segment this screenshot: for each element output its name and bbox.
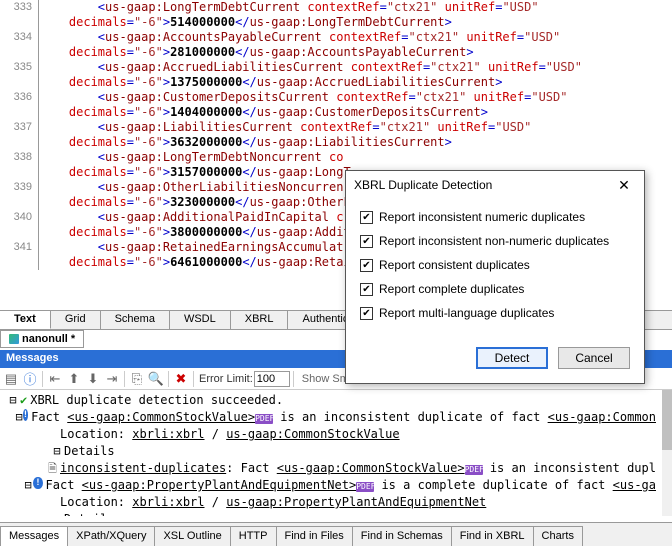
document-tabs: nanonull *	[0, 330, 84, 348]
info-icon: !	[23, 409, 28, 421]
xml-file-icon	[9, 334, 19, 344]
nav-up-icon[interactable]: ⬆	[65, 370, 83, 388]
line-number: 337	[0, 120, 38, 150]
check-icon: ✔	[360, 259, 373, 272]
document-tab-label: nanonull *	[22, 333, 75, 345]
tab-grid[interactable]: Grid	[51, 311, 101, 329]
tab-schema[interactable]: Schema	[101, 311, 170, 329]
tab-find-in-schemas[interactable]: Find in Schemas	[352, 526, 452, 546]
tab-messages[interactable]: Messages	[0, 526, 68, 546]
line-number: 341	[0, 240, 38, 270]
info-icon: !	[33, 477, 42, 489]
collapse-icon[interactable]: ⊟	[6, 392, 20, 409]
line-number: 339	[0, 180, 38, 210]
clear-icon[interactable]: ✖	[172, 370, 190, 388]
success-icon: ✔	[20, 392, 27, 409]
details-label: Details	[64, 443, 115, 460]
tab-xpath-xquery[interactable]: XPath/XQuery	[67, 526, 155, 546]
collapse-icon[interactable]: ⊟	[50, 443, 64, 460]
nav-down-icon[interactable]: ⬇	[84, 370, 102, 388]
location-message: Location: xbrli:xbrl / us-gaap:CommonSto…	[60, 426, 400, 443]
filter-icon[interactable]: ▤	[2, 370, 20, 388]
close-icon[interactable]: ✕	[612, 175, 636, 195]
error-limit-label: Error Limit:	[199, 373, 253, 385]
check-icon: ✔	[360, 211, 373, 224]
line-gutter: 333 334 335 336 337 338 339 340 341	[0, 0, 39, 270]
checkbox-inconsistent-nonnumeric[interactable]: ✔Report inconsistent non-numeric duplica…	[360, 229, 630, 253]
tab-find-in-files[interactable]: Find in Files	[276, 526, 353, 546]
pdef-icon: PDEF	[465, 465, 483, 475]
xbrl-duplicate-detection-dialog: XBRL Duplicate Detection ✕ ✔Report incon…	[345, 170, 645, 384]
checkbox-multilanguage[interactable]: ✔Report multi-language duplicates	[360, 301, 630, 325]
dialog-title: XBRL Duplicate Detection	[354, 178, 492, 192]
tab-text[interactable]: Text	[0, 311, 51, 329]
messages-tree[interactable]: ⊟ ✔ XBRL duplicate detection succeeded. …	[0, 390, 662, 516]
tab-http[interactable]: HTTP	[230, 526, 277, 546]
line-number: 340	[0, 210, 38, 240]
nav-prev-icon[interactable]: ⇤	[46, 370, 64, 388]
check-icon: ✔	[360, 307, 373, 320]
detect-button[interactable]: Detect	[476, 347, 548, 369]
line-number: 338	[0, 150, 38, 180]
line-number: 336	[0, 90, 38, 120]
messages-scrollbar[interactable]	[662, 390, 672, 516]
tab-xbrl[interactable]: XBRL	[231, 311, 289, 329]
check-icon: ✔	[360, 283, 373, 296]
dialog-titlebar: XBRL Duplicate Detection ✕	[346, 171, 644, 199]
line-number: 335	[0, 60, 38, 90]
nav-next-icon[interactable]: ⇥	[103, 370, 121, 388]
line-number: 333	[0, 0, 38, 30]
details-label: Details	[64, 511, 115, 516]
collapse-icon[interactable]: ⊟	[15, 409, 22, 426]
pdef-icon: PDEF	[356, 482, 374, 492]
root-message: XBRL duplicate detection succeeded.	[30, 392, 283, 409]
line-number: 334	[0, 30, 38, 60]
pdef-icon: PDEF	[255, 414, 273, 424]
tab-find-in-xbrl[interactable]: Find in XBRL	[451, 526, 534, 546]
search-icon[interactable]: 🔍	[147, 370, 165, 388]
checkbox-consistent[interactable]: ✔Report consistent duplicates	[360, 253, 630, 277]
messages-tabs: Messages XPath/XQuery XSL Outline HTTP F…	[0, 522, 672, 546]
tab-charts[interactable]: Charts	[533, 526, 583, 546]
inconsistent-duplicates-message: inconsistent-duplicates: Fact <us-gaap:C…	[60, 460, 656, 477]
cancel-button[interactable]: Cancel	[558, 347, 630, 369]
copy-icon[interactable]: ⎘	[128, 370, 146, 388]
fact-message: Fact <us-gaap:PropertyPlantAndEquipmentN…	[46, 477, 656, 494]
details-item-icon: 🗎	[48, 460, 57, 477]
check-icon: ✔	[360, 235, 373, 248]
info-icon[interactable]: ⓘ	[21, 370, 39, 388]
expand-icon[interactable]: ⊞	[50, 511, 64, 516]
fact-message: Fact <us-gaap:CommonStockValue>PDEF is a…	[31, 409, 656, 426]
error-limit-input[interactable]	[254, 371, 290, 387]
tab-wsdl[interactable]: WSDL	[170, 311, 231, 329]
checkbox-complete[interactable]: ✔Report complete duplicates	[360, 277, 630, 301]
document-tab-nanonull[interactable]: nanonull *	[0, 330, 84, 348]
location-message: Location: xbrli:xbrl / us-gaap:PropertyP…	[60, 494, 486, 511]
tab-xsl-outline[interactable]: XSL Outline	[154, 526, 230, 546]
checkbox-inconsistent-numeric[interactable]: ✔Report inconsistent numeric duplicates	[360, 205, 630, 229]
collapse-icon[interactable]: ⊟	[23, 477, 34, 494]
